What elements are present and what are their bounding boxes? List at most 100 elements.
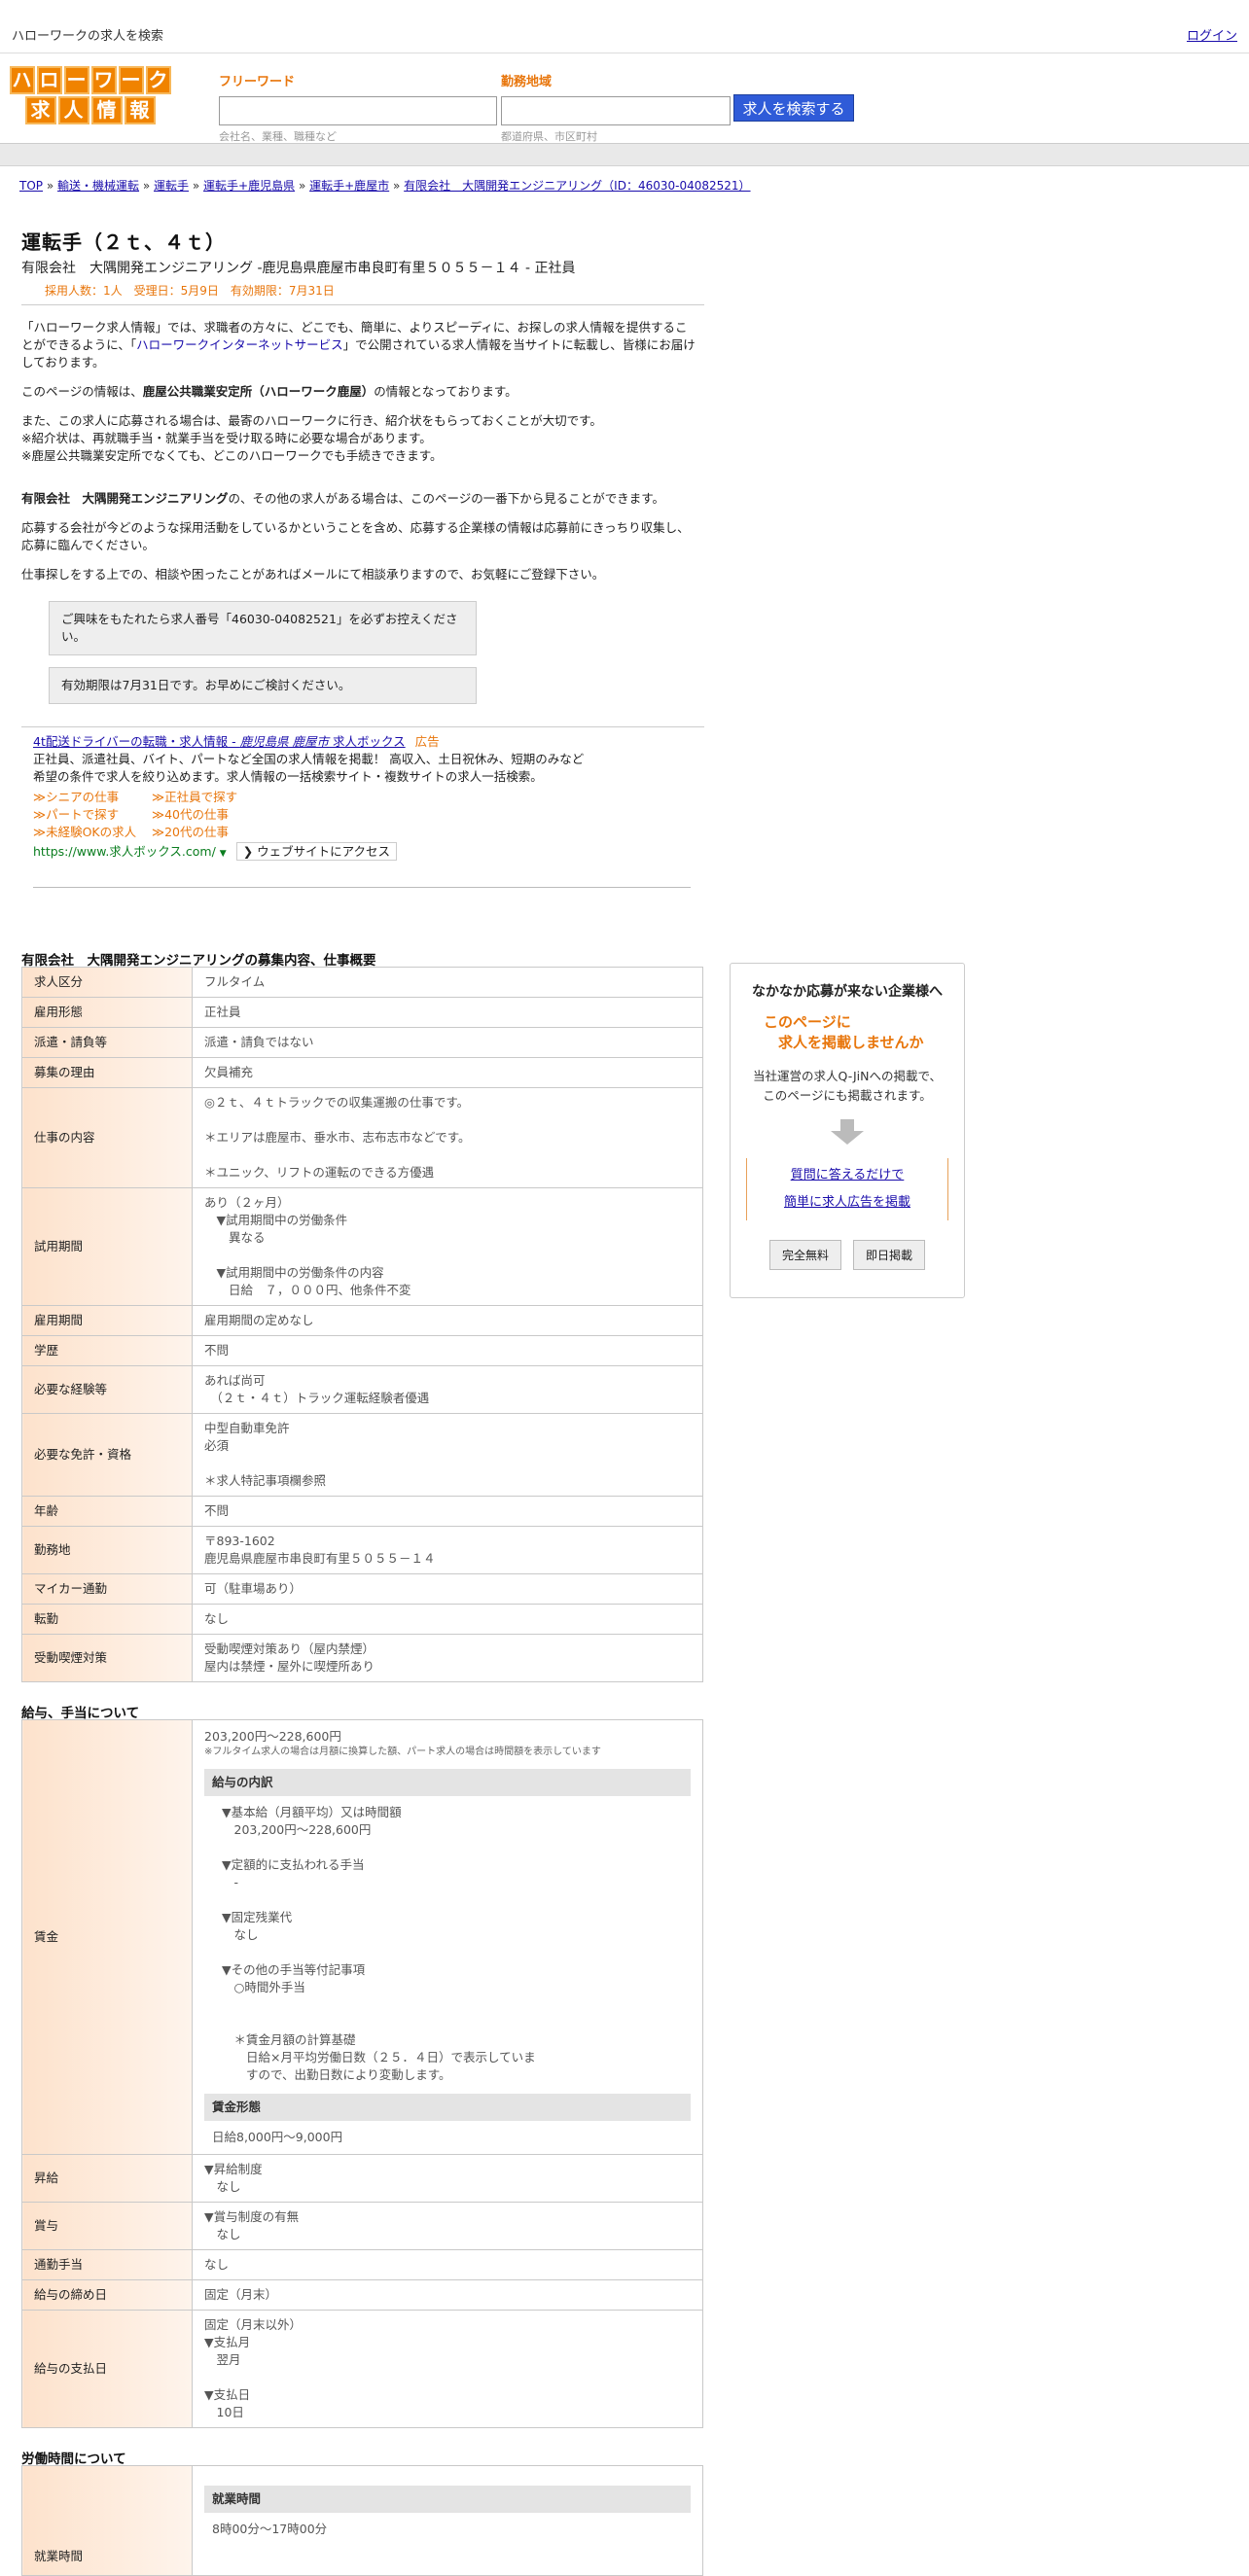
- ad-desc-1: 正社員、派遣社員、バイト、パートなど全国の求人情報を掲載！ 高収入、土日祝休み、…: [33, 752, 585, 766]
- worktime-header: 就業時間: [204, 2486, 691, 2513]
- row-key: マイカー通勤: [21, 1573, 193, 1605]
- table-row: 学歴 不問: [21, 1335, 703, 1366]
- table-row: 募集の理由 欠員補充: [21, 1057, 703, 1088]
- value-line: 不問: [204, 1503, 230, 1518]
- table-row: 給与の支払日 固定（月末以外） ▼支払月 翌月 ▼支払日 10日: [21, 2310, 703, 2428]
- row-value: 雇用期間の定めなし: [192, 1305, 703, 1336]
- row-value: あり（２ヶ月） ▼試用期間中の労働条件 異なる ▼試用期間中の労働条件の内容 日…: [192, 1187, 703, 1306]
- breakdown-line: 日給×月平均労働日数（２５．４日）で表示していま: [222, 2050, 536, 2064]
- search-button[interactable]: 求人を検索する: [733, 94, 854, 122]
- ad-url[interactable]: https://www.求人ボックス.com/: [33, 844, 216, 859]
- breakdown-line: [222, 2014, 691, 2031]
- row-key: 年齢: [21, 1496, 193, 1527]
- row-key: 仕事の内容: [21, 1087, 193, 1188]
- table-row: 受動喫煙対策 受動喫煙対策あり（屋内禁煙） 屋内は禁煙・屋外に喫煙所あり: [21, 1634, 703, 1682]
- logo-char: ロ: [36, 66, 62, 94]
- value-line: なし: [204, 2227, 241, 2241]
- breadcrumb: TOP » 輸送・機械運転 » 運転手 » 運転手+鹿児島県 » 運転手+鹿屋市…: [19, 179, 751, 193]
- visit-website-button[interactable]: ❯ ウェブサイトにアクセス: [235, 842, 398, 861]
- row-key: 通勤手当: [21, 2249, 193, 2280]
- table-row: 求人区分 フルタイム: [21, 967, 703, 998]
- caret-down-icon[interactable]: ▼: [220, 849, 227, 859]
- breakdown-line: [222, 1944, 691, 1961]
- breadcrumb-top[interactable]: TOP: [19, 179, 43, 193]
- row-key: 募集の理由: [21, 1057, 193, 1088]
- value-line: 必須: [204, 1438, 230, 1453]
- row-key: 学歴: [21, 1335, 193, 1366]
- breadcrumb-category[interactable]: 輸送・機械運転: [57, 179, 139, 193]
- advertise-panel: なかなか応募が来ない企業様へ このページに 求人を掲載しませんか 当社運営の求人…: [730, 963, 965, 1298]
- area-input[interactable]: [501, 96, 731, 125]
- value-line: ＊ユニック、リフトの運転のできる方優遇: [204, 1165, 435, 1180]
- table-row: 雇用形態 正社員: [21, 997, 703, 1028]
- ad-title-link[interactable]: 4t配送ドライバーの転職・求人情報 - 鹿児島県 鹿屋市 求人ボックス: [33, 734, 406, 749]
- value-line: [204, 2369, 691, 2386]
- ad-desc-2: 希望の条件で求人を絞り込めます。求人情報の一括検索サイト・複数サイトの求人一括検…: [33, 769, 543, 784]
- row-key: 賞与: [21, 2202, 193, 2250]
- worktime-table: 就業時間 就業時間 8時00分〜17時00分: [21, 2465, 703, 2576]
- panel-link-post-ad[interactable]: 簡単に求人広告を掲載: [747, 1189, 947, 1217]
- salary-section-title: 給与、手当について: [21, 1706, 140, 1721]
- breakdown-line: すので、出勤日数により変動します。: [222, 2067, 451, 2082]
- breadcrumb-company[interactable]: 有限会社 大隅開発エンジニアリング（ID：46030-04082521）: [404, 179, 750, 193]
- wage-note: ※フルタイム求人の場合は月額に換算した額、パート求人の場合は時間額を表示していま…: [204, 1747, 601, 1757]
- ad-link[interactable]: ≫40代の仕事: [152, 806, 270, 824]
- value-line: ▼賞与制度の有無: [204, 2209, 300, 2224]
- breadcrumb-city[interactable]: 運転手+鹿屋市: [309, 179, 389, 193]
- recruit-table: 求人区分 フルタイム 雇用形態 正社員 派遣・請負等 派遣・請負ではない 募集の理由 欠員補充…: [21, 967, 703, 1682]
- grey-band: [0, 144, 1249, 166]
- row-value: ▼賞与制度の有無 なし: [192, 2202, 703, 2250]
- ad-link[interactable]: ≫未経験OKの求人: [33, 824, 152, 841]
- breadcrumb-pref[interactable]: 運転手+鹿児島県: [203, 179, 295, 193]
- row-value: ▼昇給制度 なし: [192, 2154, 703, 2203]
- free-button[interactable]: 完全無料: [768, 1240, 841, 1270]
- hellowork-internet-link[interactable]: ハローワークインターネットサービス: [136, 337, 343, 352]
- value-line: あり（２ヶ月）: [204, 1195, 290, 1210]
- value-line: ＊エリアは鹿屋市、垂水市、志布志市などです。: [204, 1130, 471, 1145]
- breakdown-line: [222, 1839, 691, 1856]
- row-key: 受動喫煙対策: [21, 1634, 193, 1682]
- row-value: フルタイム: [192, 967, 703, 998]
- row-value: なし: [192, 1604, 703, 1635]
- same-day-button[interactable]: 即日掲載: [853, 1240, 926, 1270]
- value-line: [204, 1147, 691, 1164]
- row-key: 昇給: [21, 2154, 193, 2203]
- ad-link[interactable]: ≫パートで探す: [33, 806, 152, 824]
- logo-char: ワ: [90, 66, 117, 94]
- ad-badge: 広告: [414, 734, 440, 749]
- breadcrumb-job[interactable]: 運転手: [154, 179, 189, 193]
- ad-link[interactable]: ≫シニアの仕事: [33, 789, 152, 806]
- ad-links: ≫シニアの仕事 ≫正社員で探す ≫パートで探す ≫40代の仕事 ≫未経験OKの求人 ≫…: [33, 789, 695, 841]
- value-line: 中型自動車免許: [204, 1421, 290, 1435]
- table-row: 派遣・請負等 派遣・請負ではない: [21, 1027, 703, 1058]
- value-line: 欠員補充: [204, 1065, 254, 1079]
- ad-link[interactable]: ≫正社員で探す: [152, 789, 270, 806]
- table-row: 勤務地 〒893-1602 鹿児島県鹿屋市串良町有里５０５５－１４: [21, 1526, 703, 1574]
- table-row: 年齢 不問: [21, 1496, 703, 1527]
- divider: [33, 887, 691, 888]
- intro-text: 「ハローワーク求人情報」では、求職者の方々に、どこでも、簡単に、よりスピーディに…: [21, 320, 696, 582]
- table-row: 通勤手当 なし: [21, 2249, 703, 2280]
- table-row: 仕事の内容 ◎２ｔ、４ｔトラックでの収集運搬の仕事です。 ＊エリアは鹿屋市、垂水市、…: [21, 1087, 703, 1188]
- keyword-input[interactable]: [219, 96, 497, 125]
- value-line: なし: [204, 2179, 241, 2194]
- value-line: ▼昇給制度: [204, 2162, 263, 2176]
- panel-link-questions[interactable]: 質問に答えるだけで: [747, 1162, 947, 1189]
- breakdown-line: [222, 1891, 691, 1909]
- breakdown-line: -: [222, 1875, 239, 1889]
- breakdown-line: ▼定額的に支払われる手当: [222, 1857, 365, 1872]
- value-line: 固定（月末）: [204, 2287, 278, 2302]
- breakdown-line: ▼その他の手当等付記事項: [222, 1962, 366, 1977]
- value-line: 異なる: [204, 1230, 266, 1245]
- value-line: ＊求人特記事項欄参照: [204, 1473, 327, 1488]
- hellowork-logo[interactable]: ハローワーク 求人情報: [5, 66, 175, 126]
- value-line: 可（駐車場あり）: [204, 1581, 303, 1596]
- value-line: ▼支払日: [204, 2387, 251, 2402]
- login-link[interactable]: ログイン: [1187, 25, 1237, 44]
- deadline-note: 有効期限は7月31日です。お早めにご検討ください。: [49, 667, 477, 704]
- table-row: 賃金 203,200円〜228,600円 ※フルタイム求人の場合は月額に換算した…: [21, 1719, 703, 2155]
- row-value: 固定（月末以外） ▼支払月 翌月 ▼支払日 10日: [192, 2310, 703, 2428]
- ad-link[interactable]: ≫20代の仕事: [152, 824, 270, 841]
- keyword-hint: 会社名、業種、職種など: [219, 130, 337, 143]
- breakdown-line: 203,200円〜228,600円: [222, 1822, 372, 1837]
